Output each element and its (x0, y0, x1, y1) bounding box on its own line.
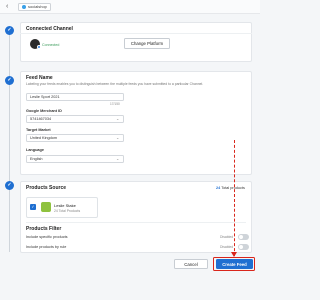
target-market-select[interactable]: United Kingdom (26, 134, 124, 142)
connected-channel-title: Connected Channel (26, 26, 73, 32)
chevron-down-icon: ⌄ (116, 135, 120, 140)
feed-name-title: Feed Name (26, 75, 53, 81)
annotation-highlight-box (213, 257, 255, 271)
back-arrow-icon[interactable]: ‹ (6, 3, 8, 10)
filter-row-label: Include specific products (26, 235, 68, 239)
brand-mark-icon (22, 5, 26, 9)
channel-badge-icon (37, 45, 41, 49)
connected-status: Connected (42, 43, 60, 47)
merchant-id-label: Google Merchant ID (26, 109, 62, 113)
total-products-count: 24 (216, 186, 221, 190)
change-platform-button[interactable]: Change Platform (124, 38, 170, 49)
brand-name: socialshop (28, 4, 47, 9)
cancel-button[interactable]: Cancel (174, 259, 208, 269)
toggle-knob (239, 235, 243, 239)
chevron-down-icon: ⌄ (116, 116, 120, 121)
specific-products-toggle[interactable] (238, 234, 249, 240)
annotation-dashed-line (234, 140, 235, 256)
step-rail (9, 30, 10, 252)
chevron-down-icon: ⌄ (116, 156, 120, 161)
toggle-knob (239, 245, 243, 249)
store-checkbox[interactable]: ✓ (30, 204, 36, 210)
filter-row-state: Disabled (220, 235, 234, 239)
divider (26, 222, 246, 223)
merchant-id-select[interactable]: 5741467034 (26, 115, 124, 123)
feed-name-input[interactable]: Leslie Sport 2021 (26, 93, 124, 101)
target-market-label: Target Market (26, 128, 51, 132)
store-logo-icon (41, 202, 51, 212)
step-3-check-icon: ✓ (5, 181, 14, 190)
step-2-check-icon: ✓ (5, 76, 14, 85)
products-source-title: Products Source (26, 185, 67, 191)
filter-row-state: Disabled (220, 245, 234, 249)
rule-products-toggle[interactable] (238, 244, 249, 250)
divider (20, 33, 252, 34)
filter-row-label: Include products by rule (26, 245, 67, 249)
store-name: Leslie Stake (54, 203, 76, 208)
language-label: Language (26, 148, 44, 152)
step-1-check-icon: ✓ (5, 26, 14, 35)
language-select[interactable]: English (26, 155, 124, 163)
total-products-label: 24 Total products (216, 186, 245, 190)
top-bar: ‹ socialshop (0, 0, 260, 14)
feed-name-description: Labeling your feeds enables you to disti… (26, 82, 204, 86)
products-filter-title: Products Filter (26, 226, 62, 232)
brand-logo: socialshop (18, 3, 51, 11)
feed-name-counter: 17/150 (110, 102, 120, 106)
store-product-count: 24 Total Products (54, 209, 81, 213)
